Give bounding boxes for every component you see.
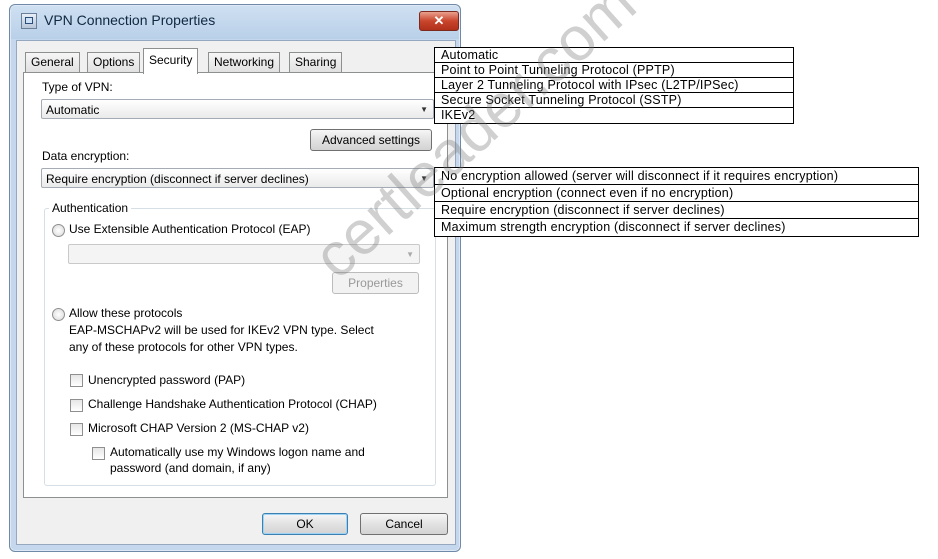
chap-checkbox-label: Challenge Handshake Authentication Proto… <box>88 397 377 411</box>
eap-properties-button[interactable]: Properties <box>332 272 419 294</box>
pap-checkbox[interactable] <box>70 374 83 387</box>
authentication-group-label: Authentication <box>49 201 132 215</box>
allow-protocols-label: Allow these protocols <box>69 306 183 320</box>
vpn-option-automatic[interactable]: Automatic <box>435 48 793 63</box>
encryption-options-list: No encryption allowed (server will disco… <box>434 167 919 237</box>
vpn-option-sstp[interactable]: Secure Socket Tunneling Protocol (SSTP) <box>435 93 793 108</box>
dropdown-arrow-icon: ▼ <box>406 250 414 259</box>
tab-security[interactable]: Security <box>143 48 199 74</box>
encryption-option-maximum[interactable]: Maximum strength encryption (disconnect … <box>435 219 918 236</box>
encryption-option-none[interactable]: No encryption allowed (server will disco… <box>435 168 918 185</box>
allow-protocols-radio[interactable] <box>52 308 65 321</box>
allow-protocols-note-line1: EAP-MSCHAPv2 will be used for IKEv2 VPN … <box>69 323 374 337</box>
encryption-option-require[interactable]: Require encryption (disconnect if server… <box>435 202 918 219</box>
window-title: VPN Connection Properties <box>44 12 216 28</box>
data-encryption-label: Data encryption: <box>42 149 130 163</box>
pap-checkbox-label: Unencrypted password (PAP) <box>88 373 246 387</box>
allow-protocols-note-line2: any of these protocols for other VPN typ… <box>69 340 298 354</box>
vpn-type-options-list: Automatic Point to Point Tunneling Proto… <box>434 47 794 124</box>
vpn-option-ikev2[interactable]: IKEv2 <box>435 108 793 123</box>
dropdown-arrow-icon: ▼ <box>420 105 428 114</box>
advanced-settings-button[interactable]: Advanced settings <box>310 129 432 151</box>
eap-radio[interactable] <box>52 224 65 237</box>
dropdown-arrow-icon: ▼ <box>420 174 428 183</box>
data-encryption-select[interactable]: Require encryption (disconnect if server… <box>41 168 434 188</box>
ok-button[interactable]: OK <box>262 513 348 535</box>
vpn-type-select[interactable]: Automatic ▼ <box>41 99 434 119</box>
vpn-type-value: Automatic <box>46 103 100 117</box>
vpn-option-pptp[interactable]: Point to Point Tunneling Protocol (PPTP) <box>435 63 793 78</box>
auto-logon-label-line2: password (and domain, if any) <box>110 461 271 475</box>
auto-logon-checkbox[interactable] <box>92 447 105 460</box>
auto-logon-label-line1: Automatically use my Windows logon name … <box>110 445 365 459</box>
eap-method-select[interactable]: ▼ <box>68 244 420 264</box>
chap-checkbox[interactable] <box>70 399 83 412</box>
tab-general[interactable]: General <box>25 52 80 72</box>
vpn-type-label: Type of VPN: <box>42 80 113 94</box>
cancel-button[interactable]: Cancel <box>360 513 448 535</box>
close-button[interactable]: ✕ <box>419 11 459 31</box>
network-connection-icon <box>21 13 37 29</box>
tab-options[interactable]: Options <box>87 52 141 72</box>
data-encryption-value: Require encryption (disconnect if server… <box>46 172 309 186</box>
encryption-option-optional[interactable]: Optional encryption (connect even if no … <box>435 185 918 202</box>
tab-sharing[interactable]: Sharing <box>289 52 343 72</box>
mschapv2-checkbox[interactable] <box>70 423 83 436</box>
tab-networking[interactable]: Networking <box>208 52 281 72</box>
eap-radio-label: Use Extensible Authentication Protocol (… <box>69 222 311 236</box>
vpn-option-l2tp[interactable]: Layer 2 Tunneling Protocol with IPsec (L… <box>435 78 793 93</box>
mschapv2-checkbox-label: Microsoft CHAP Version 2 (MS-CHAP v2) <box>88 421 309 435</box>
